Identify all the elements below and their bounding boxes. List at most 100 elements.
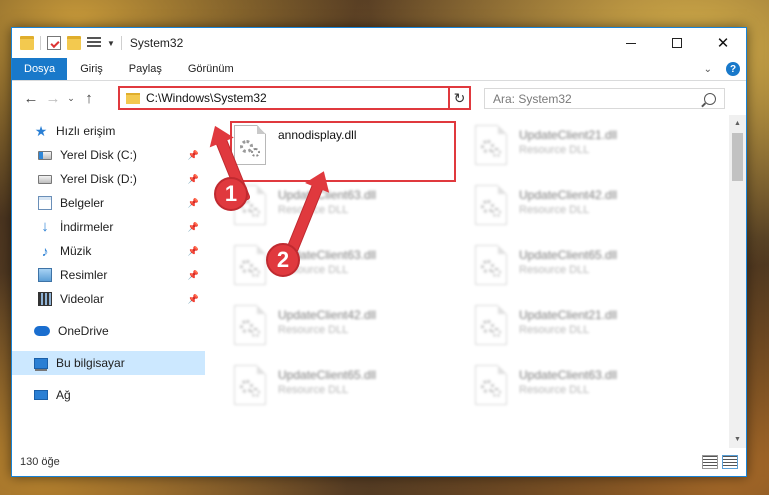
sidebar-item-label: Ağ: [56, 388, 71, 402]
drive-c-icon: [38, 150, 52, 160]
tab-giris[interactable]: Giriş: [67, 58, 116, 80]
recent-locations-dropdown-icon[interactable]: ⌄: [64, 93, 78, 104]
annotation-step-2-badge: 2: [266, 243, 300, 277]
refresh-button[interactable]: ↻: [448, 86, 471, 110]
sidebar-item-quick-access[interactable]: ★ Hızlı erişim: [12, 119, 205, 143]
drive-icon: [38, 174, 52, 184]
pin-icon[interactable]: 📌: [188, 246, 199, 257]
music-icon: ♪: [41, 243, 49, 259]
pin-icon[interactable]: 📌: [188, 198, 199, 209]
pin-icon[interactable]: 📌: [188, 150, 199, 161]
sidebar-item-local-disk-d[interactable]: Yerel Disk (D:) 📌: [12, 167, 205, 191]
file-item[interactable]: UpdateClient21.dll Resource DLL: [475, 305, 705, 355]
search-icon[interactable]: [704, 92, 716, 105]
expand-ribbon-chevron-icon[interactable]: ⌄: [704, 64, 712, 75]
file-item[interactable]: UpdateClient42.dll Resource DLL: [234, 305, 464, 355]
file-name: UpdateClient21.dll: [519, 128, 618, 142]
vertical-scrollbar[interactable]: ▲ ▼: [729, 115, 746, 448]
back-button[interactable]: ←: [20, 90, 42, 107]
videos-icon: [38, 292, 52, 306]
sidebar-item-music[interactable]: ♪ Müzik 📌: [12, 239, 205, 263]
tab-gorunum[interactable]: Görünüm: [175, 58, 247, 80]
title-bar: ▼ System32 ✕: [12, 28, 746, 58]
sidebar-item-downloads[interactable]: ↓ İndirmeler 📌: [12, 215, 205, 239]
forward-button[interactable]: →: [42, 90, 64, 107]
refresh-icon: ↻: [453, 89, 466, 106]
file-item[interactable]: UpdateClient42.dll Resource DLL: [475, 185, 705, 235]
sidebar-item-label: Videolar: [60, 292, 104, 306]
sidebar-item-label: Yerel Disk (D:): [60, 172, 137, 186]
properties-icon[interactable]: [47, 36, 61, 50]
sidebar-item-onedrive[interactable]: OneDrive: [12, 319, 205, 343]
dll-file-icon: [475, 305, 507, 345]
documents-icon: [38, 196, 52, 210]
file-name: UpdateClient65.dll: [519, 248, 618, 262]
main-panes: ★ Hızlı erişim Yerel Disk (C:) 📌 Yerel D…: [12, 115, 746, 448]
customize-toolbar-dropdown-icon[interactable]: ▼: [107, 39, 115, 48]
sidebar-item-label: Resimler: [60, 268, 108, 282]
file-name: UpdateClient42.dll: [278, 308, 377, 322]
view-icon[interactable]: [87, 37, 101, 49]
file-item[interactable]: UpdateClient65.dll Resource DLL: [475, 245, 705, 295]
sidebar-item-label: Müzik: [60, 244, 92, 258]
scroll-down-arrow-icon[interactable]: ▼: [729, 431, 746, 448]
computer-icon: [34, 357, 48, 369]
file-name: UpdateClient21.dll: [519, 308, 618, 322]
dll-file-icon: [234, 245, 266, 285]
sidebar-item-this-pc[interactable]: Bu bilgisayar: [12, 351, 205, 375]
minimize-icon: [626, 42, 636, 44]
dll-file-icon: [475, 365, 507, 405]
new-folder-icon[interactable]: [67, 36, 81, 50]
search-box[interactable]: Ara: System32: [484, 88, 725, 109]
file-name: UpdateClient63.dll: [519, 368, 618, 382]
ribbon-right-controls: ⌄ ?: [704, 62, 740, 76]
up-button[interactable]: ↑: [78, 90, 100, 107]
dll-file-icon: [475, 125, 507, 165]
file-type: Resource DLL: [519, 324, 590, 336]
pin-icon[interactable]: 📌: [188, 222, 199, 233]
scrollbar-thumb[interactable]: [732, 133, 743, 181]
sidebar-item-videos[interactable]: Videolar 📌: [12, 287, 205, 311]
search-input[interactable]: Ara: System32: [493, 92, 704, 106]
sidebar-item-label: Hızlı erişim: [56, 124, 116, 138]
address-bar[interactable]: C:\Windows\System32 ⌄: [118, 86, 470, 110]
annotation-step-1-badge: 1: [214, 177, 248, 211]
file-item[interactable]: UpdateClient63.dllResource DLL: [234, 185, 464, 235]
sidebar-item-network[interactable]: Ağ: [12, 383, 205, 407]
file-item[interactable]: UpdateClient21.dll Resource DLL: [475, 125, 705, 175]
sidebar-item-local-disk-c[interactable]: Yerel Disk (C:) 📌: [12, 143, 205, 167]
sidebar-item-label: OneDrive: [58, 324, 109, 338]
scroll-up-arrow-icon[interactable]: ▲: [729, 115, 746, 132]
file-type: Resource DLL: [278, 384, 349, 396]
item-count: 130 öğe: [20, 456, 60, 468]
pin-icon[interactable]: 📌: [188, 174, 199, 185]
sidebar-item-pictures[interactable]: Resimler 📌: [12, 263, 205, 287]
details-view-icon[interactable]: [702, 455, 718, 469]
toolbar-separator: [120, 36, 122, 50]
file-item[interactable]: UpdateClient63.dllResource DLL: [475, 365, 705, 415]
sidebar-item-documents[interactable]: Belgeler 📌: [12, 191, 205, 215]
file-name: UpdateClient65.dll: [278, 368, 377, 382]
file-type: Resource DLL: [519, 264, 590, 276]
help-icon[interactable]: ?: [726, 62, 740, 76]
maximize-button[interactable]: [654, 28, 700, 58]
pin-icon[interactable]: 📌: [188, 294, 199, 305]
close-button[interactable]: ✕: [700, 28, 746, 58]
onedrive-cloud-icon: [34, 326, 50, 336]
file-item[interactable]: UpdateClient65.dll Resource DLL: [234, 365, 464, 415]
pin-icon[interactable]: 📌: [188, 270, 199, 281]
file-type: Resource DLL: [278, 204, 349, 216]
address-folder-icon: [126, 92, 140, 104]
dll-file-icon: [234, 305, 266, 345]
dll-file-icon: [475, 245, 507, 285]
large-icons-view-icon[interactable]: [722, 455, 738, 469]
tab-dosya[interactable]: Dosya: [12, 58, 68, 80]
folder-icon[interactable]: [20, 36, 34, 50]
address-path[interactable]: C:\Windows\System32: [146, 91, 456, 105]
minimize-button[interactable]: [608, 28, 654, 58]
file-name: UpdateClient42.dll: [519, 188, 618, 202]
tab-paylas[interactable]: Paylaş: [116, 58, 175, 80]
